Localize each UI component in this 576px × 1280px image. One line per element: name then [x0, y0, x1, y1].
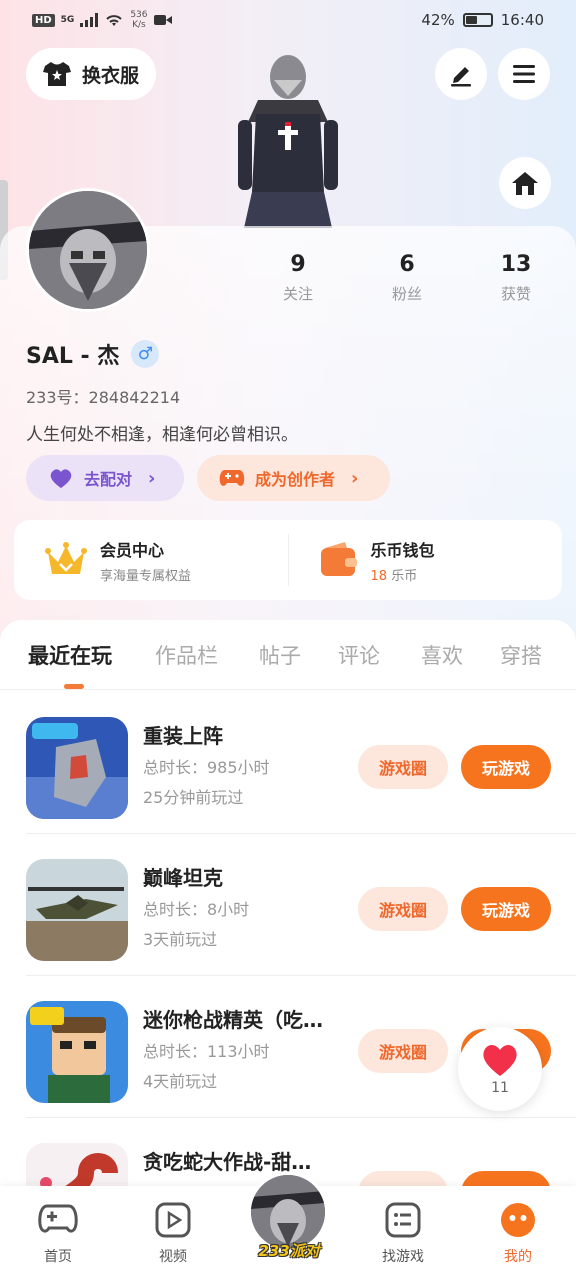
- heart-icon: [50, 469, 72, 488]
- creator-label: 成为创作者: [255, 470, 336, 489]
- list-icon: [385, 1202, 421, 1238]
- tab-works[interactable]: 作品栏: [155, 640, 218, 670]
- username-row: SAL - 杰 ♂: [26, 338, 160, 370]
- following-stat[interactable]: 9 关注: [258, 252, 338, 304]
- wallet-title: 乐币钱包: [370, 540, 435, 560]
- network-speed: 536 K/s: [130, 10, 148, 30]
- signal-icon: [80, 13, 99, 27]
- become-creator-button[interactable]: 成为创作者 ›: [197, 455, 390, 501]
- pen-icon: [451, 67, 471, 87]
- wallet-amount: 18: [370, 568, 388, 584]
- pair-button[interactable]: 去配对 ›: [26, 455, 184, 501]
- game-last-played: 25分钟前玩过: [143, 788, 244, 807]
- smile-face-icon: [501, 1203, 535, 1237]
- wallet-entry[interactable]: 乐币钱包 18 乐币: [289, 537, 563, 584]
- nav-mine-label: 我的: [504, 1249, 532, 1265]
- wallet-icon: [320, 542, 357, 576]
- heart-icon: [483, 1044, 517, 1076]
- nav-home[interactable]: 首页: [18, 1200, 98, 1266]
- play-icon: [155, 1202, 191, 1238]
- gender-male-icon: ♂: [131, 340, 160, 368]
- username: SAL - 杰: [26, 344, 120, 369]
- member-wallet-card: 会员中心 享海量专属权益 乐币钱包 18 乐币: [14, 520, 562, 600]
- game-name: 重装上阵: [143, 724, 223, 748]
- bio: 人生何处不相逢，相逢何必曾相识。: [26, 425, 298, 445]
- tab-likes[interactable]: 喜欢: [421, 640, 463, 670]
- likes-count: 13: [500, 252, 532, 277]
- tab-comments[interactable]: 评论: [338, 640, 380, 670]
- game-last-played: 3天前玩过: [143, 930, 218, 949]
- chevron-right-icon: ›: [148, 467, 156, 489]
- profile-avatar[interactable]: [26, 188, 150, 312]
- pair-label: 去配对: [84, 470, 133, 489]
- likes-stat[interactable]: 13 获赞: [476, 252, 556, 304]
- wallet-unit: 乐币: [391, 568, 418, 584]
- network-type: 5G: [60, 15, 75, 25]
- edit-profile-button[interactable]: [435, 48, 487, 100]
- vip-center-entry[interactable]: 会员中心 享海量专属权益: [14, 537, 288, 584]
- play-game-button[interactable]: 玩游戏: [461, 745, 551, 789]
- menu-icon: [513, 65, 535, 83]
- nav-mine[interactable]: 我的: [478, 1200, 558, 1266]
- floating-like-button[interactable]: 11: [458, 1027, 542, 1111]
- likes-label: 获赞: [500, 285, 531, 303]
- game-icon[interactable]: [26, 717, 128, 819]
- gamepad-icon: [38, 1204, 78, 1233]
- clock: 16:40: [500, 11, 544, 29]
- game-name: 迷你枪战精英（吃…: [143, 1008, 323, 1032]
- vip-subtitle: 享海量专属权益: [100, 568, 192, 584]
- wifi-icon: [106, 15, 123, 26]
- hd-indicator: HD: [32, 13, 55, 27]
- active-tab-indicator: [64, 684, 84, 689]
- like-count: 11: [491, 1080, 509, 1096]
- following-count: 9: [290, 252, 306, 277]
- game-circle-button[interactable]: 游戏圈: [358, 887, 448, 931]
- status-bar: HD 5G 536 K/s 42% 16:40: [0, 0, 576, 40]
- house-icon: [512, 172, 538, 195]
- game-circle-button[interactable]: 游戏圈: [358, 1029, 448, 1073]
- fans-label: 粉丝: [391, 285, 422, 303]
- game-row[interactable]: 巅峰坦克 总时长：8小时 3天前玩过 游戏圈 玩游戏: [0, 834, 576, 976]
- vip-title: 会员中心: [100, 540, 165, 560]
- fans-stat[interactable]: 6 粉丝: [367, 252, 447, 304]
- game-icon[interactable]: [26, 859, 128, 961]
- tab-outfits[interactable]: 穿搭: [500, 640, 542, 670]
- game-name: 巅峰坦克: [143, 866, 223, 890]
- game-circle-button[interactable]: 游戏圈: [358, 745, 448, 789]
- game-total-time: 总时长：985小时: [143, 758, 270, 777]
- content-tabs: 最近在玩 作品栏 帖子 评论 喜欢 穿搭: [0, 620, 576, 690]
- nav-find-games-label: 找游戏: [382, 1249, 424, 1265]
- game-total-time: 总时长：8小时: [143, 900, 250, 919]
- nav-party-label: 233派对: [258, 1242, 320, 1260]
- tab-posts[interactable]: 帖子: [259, 640, 301, 670]
- game-total-time: 总时长：113小时: [143, 1042, 270, 1061]
- nav-find-games[interactable]: 找游戏: [363, 1200, 443, 1266]
- wardrobe-label: 换衣服: [82, 64, 140, 87]
- gamepad-icon: [219, 470, 245, 486]
- game-icon[interactable]: [26, 1001, 128, 1103]
- battery-percent: 42%: [421, 11, 455, 29]
- game-name: 贪吃蛇大作战-甜…: [143, 1150, 312, 1174]
- nav-home-label: 首页: [44, 1249, 72, 1265]
- nav-video-label: 视频: [159, 1249, 187, 1265]
- chevron-right-icon: ›: [351, 467, 359, 489]
- avatar-figure[interactable]: [228, 52, 348, 230]
- tshirt-icon: [43, 62, 71, 86]
- battery-icon: [462, 13, 493, 27]
- game-row[interactable]: 重装上阵 总时长：985小时 25分钟前玩过 游戏圈 玩游戏: [0, 692, 576, 834]
- play-game-button[interactable]: 玩游戏: [461, 887, 551, 931]
- video-camera-icon: [153, 15, 172, 25]
- following-label: 关注: [282, 285, 313, 303]
- tab-recent-played[interactable]: 最近在玩: [28, 640, 112, 670]
- home-space-button[interactable]: [499, 157, 551, 209]
- user-id[interactable]: 233号：284842214: [26, 384, 180, 408]
- fans-count: 6: [399, 252, 415, 277]
- wardrobe-button[interactable]: 换衣服: [26, 48, 156, 100]
- game-last-played: 4天前玩过: [143, 1072, 218, 1091]
- nav-video[interactable]: 视频: [133, 1200, 213, 1266]
- menu-button[interactable]: [498, 48, 550, 100]
- crown-icon: [45, 542, 87, 574]
